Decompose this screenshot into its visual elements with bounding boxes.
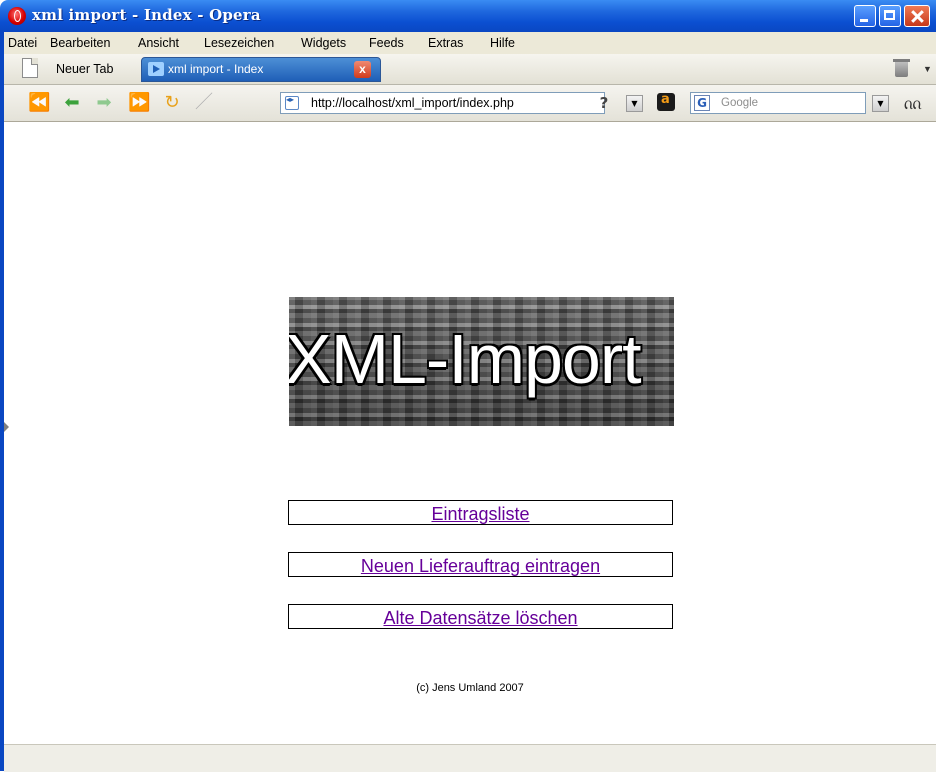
tab-xml-import[interactable]: xml import - Index x (141, 57, 381, 82)
back-icon[interactable]: ⬅ (62, 94, 82, 112)
trash-icon[interactable] (893, 59, 910, 77)
menu-extras[interactable]: Extras (428, 36, 463, 50)
page-arrow-icon (148, 62, 164, 76)
menu-lesezeichen[interactable]: Lesezeichen (204, 36, 274, 50)
menu-bar: Datei Bearbeiten Ansicht Lesezeichen Wid… (4, 32, 936, 54)
site-icon (285, 95, 299, 110)
status-bar (4, 744, 936, 772)
menu-ansicht[interactable]: Ansicht (138, 36, 179, 50)
close-window-button[interactable] (904, 5, 930, 27)
link-alte-datensaetze-loeschen[interactable]: Alte Datensätze löschen (288, 604, 673, 629)
menu-widgets[interactable]: Widgets (301, 36, 346, 50)
maximize-button[interactable] (879, 5, 901, 27)
address-text[interactable]: http://localhost/xml_import/index.php (311, 96, 514, 110)
navigation-bar: ⏪ ⬅ ➡ ⏩ ↻ ／ http://localhost/xml_import/… (4, 85, 936, 122)
copyright-text: (c) Jens Umland 2007 (416, 682, 524, 694)
search-field[interactable]: G Google (690, 92, 866, 114)
trash-menu-arrow-icon[interactable]: ▼ (923, 64, 932, 74)
glasses-icon[interactable]: ᦶ (904, 93, 921, 115)
address-dropdown-button[interactable]: ▼ (626, 95, 643, 112)
search-dropdown-button[interactable]: ▼ (872, 95, 889, 112)
amazon-icon[interactable] (657, 92, 675, 111)
reload-icon[interactable]: ↻ (162, 94, 182, 112)
tab-bar: Neuer Tab xml import - Index x ▼ (4, 54, 936, 85)
address-field[interactable]: http://localhost/xml_import/index.php (280, 92, 605, 114)
panel-toggle-icon[interactable] (4, 422, 9, 432)
menu-feeds[interactable]: Feeds (369, 36, 404, 50)
rewind-icon[interactable]: ⏪ (28, 94, 50, 112)
tab-active-label: xml import - Index (168, 62, 264, 76)
menu-datei[interactable]: Datei (8, 36, 37, 50)
help-button[interactable]: ? (594, 93, 614, 113)
menu-bearbeiten[interactable]: Bearbeiten (50, 36, 110, 50)
title-bar: xml import - Index - Opera (0, 0, 936, 32)
google-icon[interactable]: G (694, 95, 710, 111)
fast-forward-icon[interactable]: ⏩ (128, 94, 150, 112)
banner-title: XML-Import (289, 320, 642, 398)
menu-hilfe[interactable]: Hilfe (490, 36, 515, 50)
edit-icon[interactable]: ／ (194, 94, 214, 112)
forward-icon[interactable]: ➡ (94, 94, 114, 112)
xml-import-banner: XML-Import (289, 297, 674, 426)
page-icon (22, 58, 38, 78)
link-neuen-lieferauftrag[interactable]: Neuen Lieferauftrag eintragen (288, 552, 673, 577)
link-eintragsliste[interactable]: Eintragsliste (288, 500, 673, 525)
window-title: xml import - Index - Opera (32, 6, 261, 24)
page-content: XML-Import Eintragsliste Neuen Lieferauf… (4, 122, 936, 744)
tab-new-label: Neuer Tab (56, 62, 114, 76)
minimize-button[interactable] (854, 5, 876, 27)
search-placeholder: Google (721, 97, 759, 109)
tab-close-button[interactable]: x (354, 61, 371, 78)
opera-icon[interactable] (8, 7, 26, 25)
